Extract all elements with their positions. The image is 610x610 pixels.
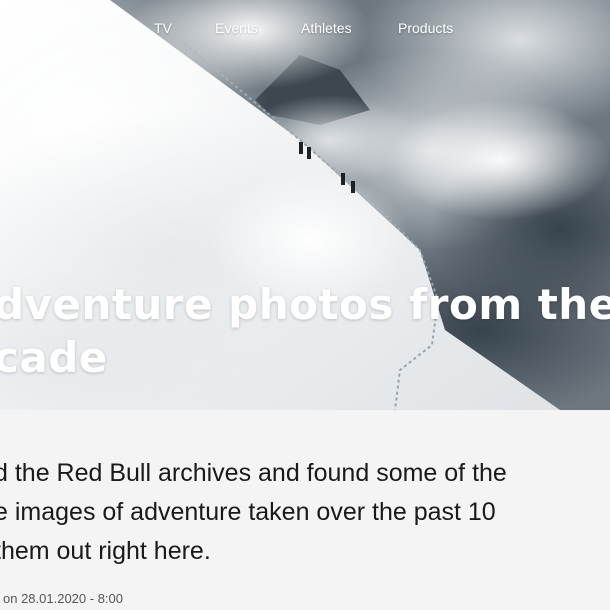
article-title: dventure photos from the cade [0, 278, 610, 384]
nav-link-athletes[interactable]: Athletes [301, 20, 352, 36]
publish-date: on 28.01.2020 - 8:00 [3, 591, 123, 606]
hero-image: TV Events Athletes Products dventure pho… [0, 0, 610, 410]
nav-link-events[interactable]: Events [215, 20, 258, 36]
article-lede: d the Red Bull archives and found some o… [0, 454, 610, 571]
article-body: d the Red Bull archives and found some o… [0, 410, 610, 610]
top-navigation: TV Events Athletes Products [0, 20, 610, 40]
article-lede-line: d the Red Bull archives and found some o… [0, 459, 507, 487]
nav-link-tv[interactable]: TV [154, 20, 172, 36]
article-lede-line: e images of adventure taken over the pas… [0, 498, 496, 526]
article-title-line: cade [0, 333, 108, 382]
nav-link-products[interactable]: Products [398, 20, 453, 36]
article-title-line: dventure photos from the [0, 280, 610, 329]
article-lede-line: them out right here. [0, 537, 211, 565]
